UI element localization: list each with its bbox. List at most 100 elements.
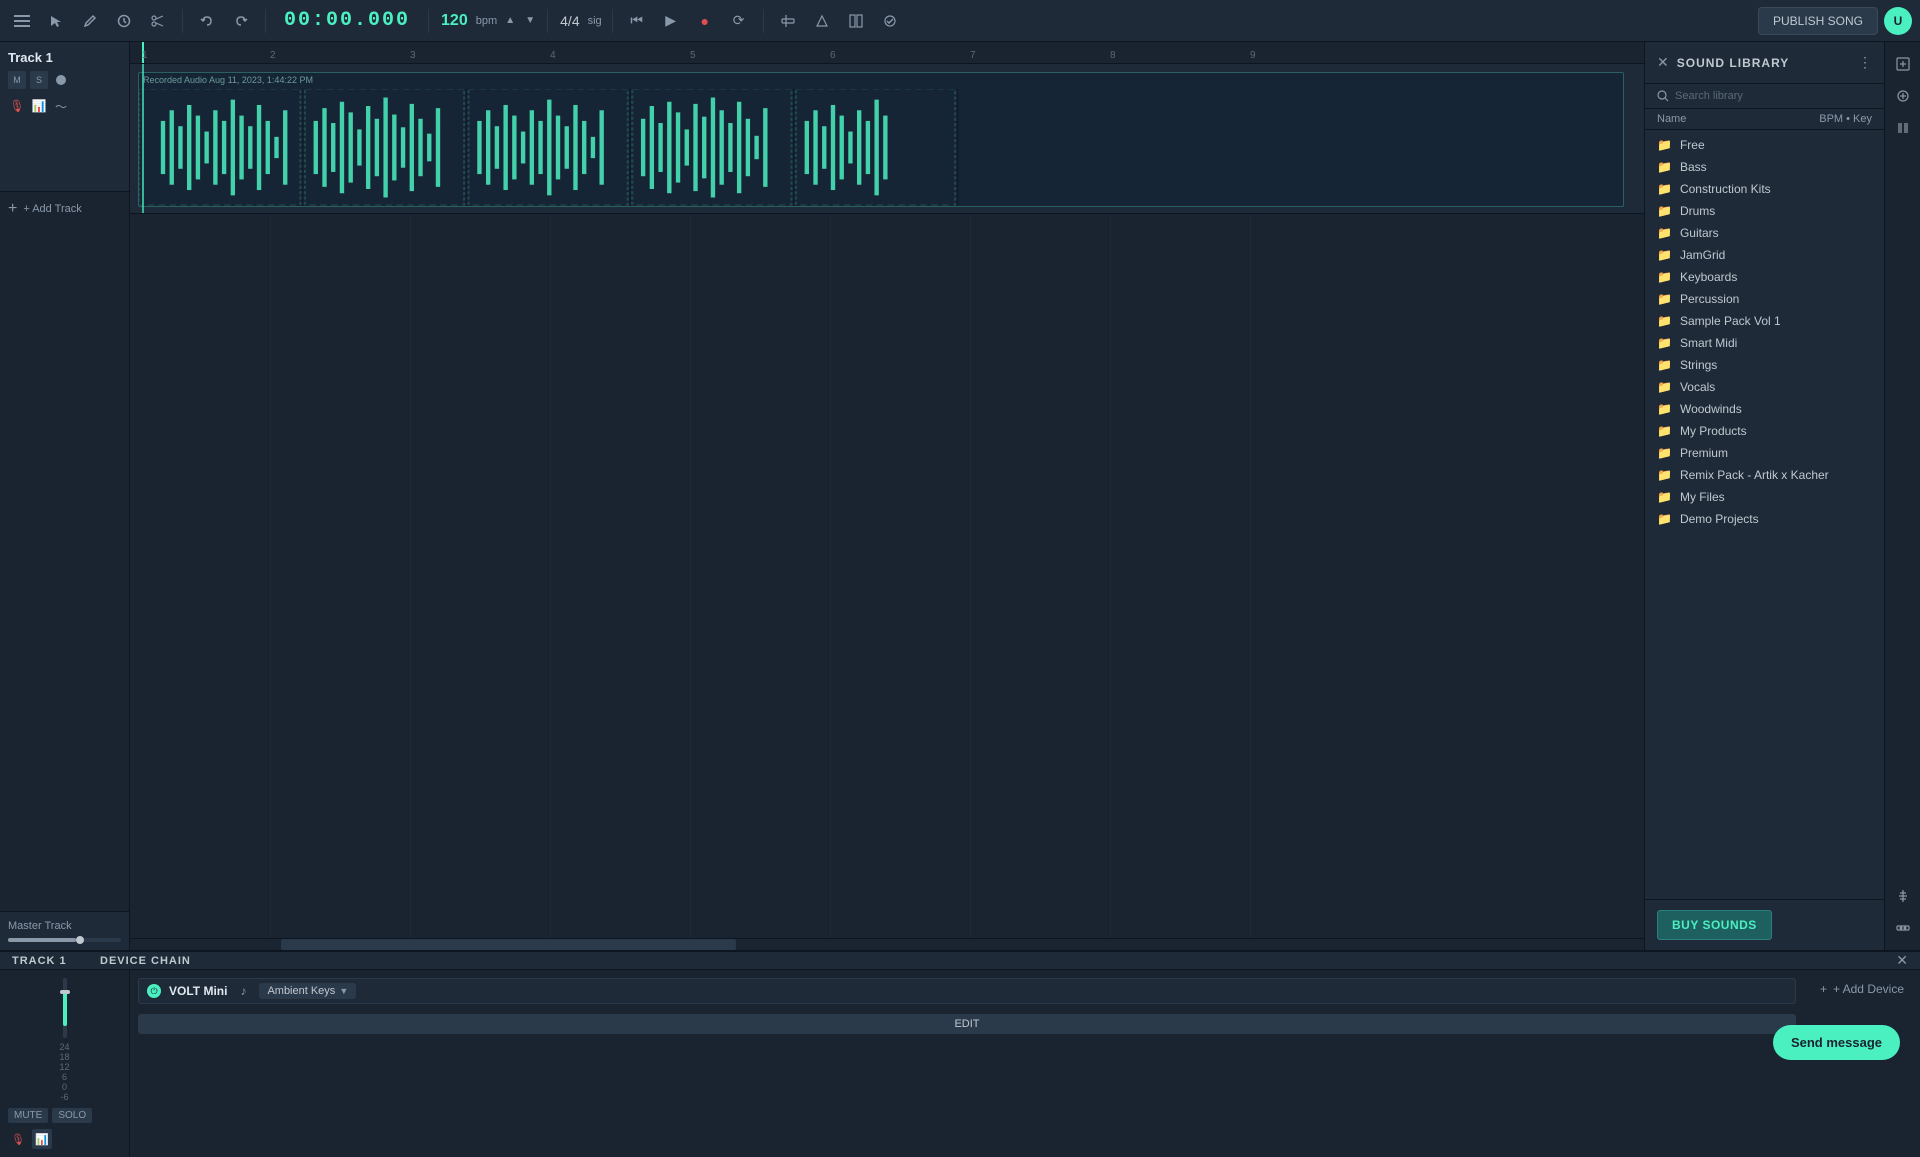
library-item-remix-pack---artik-x-kacher[interactable]: 📁 Remix Pack - Artik x Kacher (1645, 464, 1884, 486)
library-item-name: JamGrid (1680, 248, 1725, 262)
library-item-woodwinds[interactable]: 📁 Woodwinds (1645, 398, 1884, 420)
skip-start-button[interactable]: ⏮ (623, 7, 651, 35)
select-tool-button[interactable] (42, 7, 70, 35)
library-item-my-products[interactable]: 📁 My Products (1645, 420, 1884, 442)
device-chain-close-button[interactable]: ✕ (1896, 952, 1908, 969)
library-item-jamgrid[interactable]: 📁 JamGrid (1645, 244, 1884, 266)
library-item-strings[interactable]: 📁 Strings (1645, 354, 1884, 376)
folder-icon: 📁 (1657, 358, 1672, 372)
right-tool-1[interactable] (1889, 50, 1917, 78)
device-record-icon[interactable]: 🎙 (8, 1129, 28, 1149)
library-settings-button[interactable]: ⋮ (1858, 54, 1872, 71)
library-item-name: Premium (1680, 446, 1728, 460)
device-edit-button[interactable]: EDIT (138, 1014, 1796, 1034)
library-item-sample-pack-vol-1[interactable]: 📁 Sample Pack Vol 1 (1645, 310, 1884, 332)
tool1-button[interactable] (774, 7, 802, 35)
redo-button[interactable] (227, 7, 255, 35)
track1-controls: M S (8, 71, 121, 89)
record-button[interactable]: ● (691, 7, 719, 35)
play-button[interactable]: ▶ (657, 7, 685, 35)
library-item-keyboards[interactable]: 📁 Keyboards (1645, 266, 1884, 288)
grid-line-4 (550, 214, 551, 938)
master-volume-slider[interactable] (8, 938, 121, 942)
library-item-premium[interactable]: 📁 Premium (1645, 442, 1884, 464)
folder-icon: 📁 (1657, 468, 1672, 482)
pencil-tool-button[interactable] (76, 7, 104, 35)
library-item-drums[interactable]: 📁 Drums (1645, 200, 1884, 222)
device-chain-panel: TRACK 1 DEVICE CHAIN ✕ 24 18 12 6 0 -6 (0, 950, 1920, 1080)
loop-button[interactable]: ⟳ (725, 7, 753, 35)
library-item-smart-midi[interactable]: 📁 Smart Midi (1645, 332, 1884, 354)
track1-record-icon[interactable]: 🎙 (8, 97, 26, 115)
track1-fx-icon[interactable]: 📊 (30, 97, 48, 115)
library-item-percussion[interactable]: 📁 Percussion (1645, 288, 1884, 310)
sound-library-panel: ✕ SOUND LIBRARY ⋮ Name BPM • Key 📁 Free … (1644, 42, 1884, 950)
separator-3 (428, 9, 429, 33)
library-item-free[interactable]: 📁 Free (1645, 134, 1884, 156)
device-fx-icon[interactable]: 📊 (32, 1129, 52, 1149)
right-tool-3[interactable] (1889, 114, 1917, 142)
undo-button[interactable] (193, 7, 221, 35)
arrange-empty[interactable] (130, 214, 1644, 938)
audio-clip-label: Recorded Audio Aug 11, 2023, 1:44:22 PM (143, 75, 313, 85)
right-tool-5[interactable] (1889, 914, 1917, 942)
track1-mute-button[interactable]: M (8, 71, 26, 89)
publish-song-button[interactable]: PUBLISH SONG (1758, 7, 1878, 35)
right-tool-2[interactable] (1889, 82, 1917, 110)
bpm-up-button[interactable]: ▲ (503, 7, 517, 35)
user-avatar[interactable]: U (1884, 7, 1912, 35)
grid-line-7 (970, 214, 971, 938)
plugin-preset-selector[interactable]: Ambient Keys ▼ (259, 983, 356, 999)
ruler-mark-1: 1 (142, 50, 148, 61)
device-plugin-volt: ⏻ VOLT Mini ♪ Ambient Keys ▼ (138, 978, 1796, 1004)
bpm-down-button[interactable]: ▼ (523, 7, 537, 35)
library-search-input[interactable] (1675, 90, 1872, 102)
master-track-section: Master Track (0, 911, 129, 950)
track1-icons: 🎙 📊 〜 (8, 97, 121, 115)
arrange-scrollbar[interactable] (130, 938, 1644, 950)
menu-button[interactable] (8, 7, 36, 35)
add-device-button[interactable]: + + Add Device (1812, 978, 1912, 1000)
buy-sounds-button[interactable]: BUY SOUNDS (1657, 910, 1772, 940)
ruler-mark-9: 9 (1250, 50, 1256, 61)
toolbar: 00:00.000 120 bpm ▲ ▼ 4/4 sig ⏮ ▶ ● ⟳ PU… (0, 0, 1920, 42)
track1-solo-button[interactable]: S (30, 71, 48, 89)
device-solo-button[interactable]: SOLO (52, 1108, 92, 1123)
track1-curve-icon[interactable]: 〜 (52, 97, 70, 115)
grid-line-5 (690, 214, 691, 938)
device-icons: 🎙 📊 (8, 1129, 121, 1149)
scrollbar-thumb[interactable] (281, 939, 735, 950)
plugin-power-button[interactable]: ⏻ (147, 984, 161, 998)
library-item-guitars[interactable]: 📁 Guitars (1645, 222, 1884, 244)
folder-icon: 📁 (1657, 380, 1672, 394)
plugin-preset-arrow-icon: ▼ (339, 986, 348, 996)
ruler-mark-6: 6 (830, 50, 836, 61)
grid-line-2 (270, 214, 271, 938)
library-item-name: Drums (1680, 204, 1715, 218)
device-chain-main: ⏻ VOLT Mini ♪ Ambient Keys ▼ EDIT (130, 970, 1804, 1157)
library-item-my-files[interactable]: 📁 My Files (1645, 486, 1884, 508)
track1-volume-knob[interactable] (56, 75, 66, 85)
timeline-ruler: 1 2 3 4 5 6 7 8 9 (130, 42, 1644, 64)
clock-tool-button[interactable] (110, 7, 138, 35)
tool2-button[interactable] (808, 7, 836, 35)
tool4-button[interactable] (876, 7, 904, 35)
volume-fader-thumb[interactable] (60, 990, 70, 994)
add-device-label: + Add Device (1833, 982, 1904, 996)
library-item-demo-projects[interactable]: 📁 Demo Projects (1645, 508, 1884, 530)
send-message-button[interactable]: Send message (1773, 1025, 1900, 1060)
add-track-button[interactable]: + + Add Track (0, 192, 129, 226)
separator-5 (612, 9, 613, 33)
device-mute-button[interactable]: MUTE (8, 1108, 48, 1123)
folder-icon: 📁 (1657, 424, 1672, 438)
library-item-construction-kits[interactable]: 📁 Construction Kits (1645, 178, 1884, 200)
tool3-button[interactable] (842, 7, 870, 35)
library-item-vocals[interactable]: 📁 Vocals (1645, 376, 1884, 398)
library-item-bass[interactable]: 📁 Bass (1645, 156, 1884, 178)
library-close-button[interactable]: ✕ (1657, 54, 1669, 71)
scissors-tool-button[interactable] (144, 7, 172, 35)
track1-lane[interactable]: Recorded Audio Aug 11, 2023, 1:44:22 PM (130, 64, 1644, 214)
ruler-mark-2: 2 (270, 50, 276, 61)
audio-clip-1[interactable]: Recorded Audio Aug 11, 2023, 1:44:22 PM (138, 72, 1624, 207)
right-tool-4[interactable] (1889, 882, 1917, 910)
